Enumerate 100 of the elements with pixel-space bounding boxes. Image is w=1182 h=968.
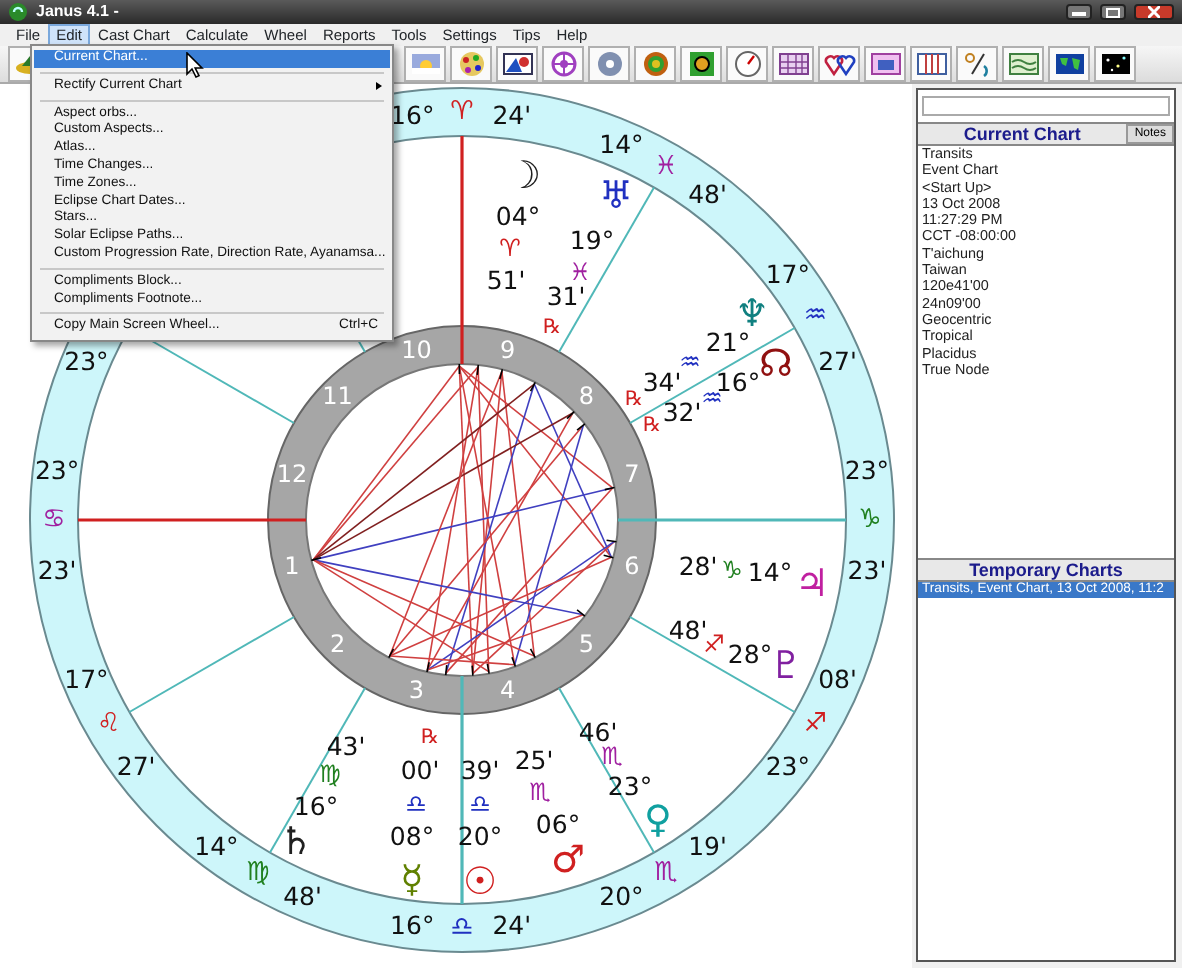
horizon-icon xyxy=(409,50,441,78)
house-number: 4 xyxy=(499,676,516,704)
retrograde-mark: ℞ xyxy=(643,415,661,437)
zodiac-sign: ♎ xyxy=(469,790,491,818)
zodiac-sign: ♌ xyxy=(97,709,121,739)
planet-degree: 19° xyxy=(569,225,615,255)
zodiac-sign: ♒ xyxy=(679,348,701,376)
zodiac-sign: ♑ xyxy=(721,556,743,584)
planet-degree: 16° xyxy=(293,791,339,821)
cusp-degree: 23° xyxy=(844,455,890,486)
wheel-icon xyxy=(547,50,579,78)
house-number: 6 xyxy=(624,551,640,580)
planet-minute: 28' xyxy=(678,551,718,581)
planet-degree: 08° xyxy=(389,821,435,851)
zodiac-sign: ♐ xyxy=(803,709,827,739)
chart-name-field[interactable] xyxy=(922,96,1170,116)
cusp-degree: 17° xyxy=(64,664,109,695)
planet-glyph: ♇ xyxy=(768,644,804,688)
toolbar-button[interactable] xyxy=(496,46,538,82)
cusp-degree: 17° xyxy=(765,259,810,290)
window-icon xyxy=(869,50,901,78)
cusp-degree: 14° xyxy=(194,830,239,861)
toolbar-button[interactable] xyxy=(680,46,722,82)
cusp-minute: 27' xyxy=(116,750,156,781)
image-icon xyxy=(501,50,533,78)
house-number: 10 xyxy=(401,336,432,364)
planet-degree: 28° xyxy=(727,639,773,669)
cusp-degree: 23° xyxy=(64,345,109,376)
zodiac-sign: ♎ xyxy=(450,913,474,943)
cursor-icon xyxy=(186,52,204,78)
cusp-minute: 27' xyxy=(818,345,857,376)
house-number: 2 xyxy=(329,630,346,659)
zodiac-sign: ♓ xyxy=(569,258,591,286)
zodiac-sign: ♑ xyxy=(858,505,882,535)
house-number: 12 xyxy=(276,460,308,489)
planet-glyph: ☊ xyxy=(759,342,793,386)
house-number: 7 xyxy=(624,460,640,489)
submenu-arrow-icon xyxy=(376,81,382,90)
house-number: 9 xyxy=(499,336,516,364)
planet-glyph: ☉ xyxy=(462,860,498,904)
minimize-icon xyxy=(1072,8,1086,16)
cusp-degree: 16° xyxy=(390,100,435,131)
cusp-minute: 48' xyxy=(688,179,727,210)
zodiac-sign: ♒ xyxy=(803,301,827,331)
planet-degree: 21° xyxy=(705,327,751,357)
planet-minute: 48' xyxy=(668,615,708,645)
close-icon xyxy=(1148,6,1160,18)
cusp-degree: 20° xyxy=(599,880,644,911)
toolbar-button[interactable] xyxy=(818,46,860,82)
toolbar-button[interactable] xyxy=(910,46,952,82)
cusp-degree: 14° xyxy=(599,129,644,160)
retrograde-mark: ℞ xyxy=(625,389,643,411)
cusp-minute: 08' xyxy=(818,664,857,695)
minimize-button[interactable] xyxy=(1066,4,1092,20)
columns-icon xyxy=(915,50,947,78)
panel-title: Temporary Charts xyxy=(918,558,1174,582)
percent-icon xyxy=(961,50,993,78)
palette-icon xyxy=(455,50,487,78)
toolbar-button[interactable] xyxy=(772,46,814,82)
house-number: 11 xyxy=(322,381,353,410)
world-map-icon xyxy=(1053,50,1085,78)
house-number: 8 xyxy=(578,381,595,410)
planet-degree: 14° xyxy=(747,557,793,587)
planet-glyph: ☽ xyxy=(506,154,542,198)
planet-minute: 31' xyxy=(546,281,586,311)
maximize-button[interactable] xyxy=(1100,4,1126,20)
zodiac-sign: ♓ xyxy=(654,151,678,182)
panel-title: Current Chart xyxy=(961,124,1083,144)
toolbar-button[interactable] xyxy=(956,46,998,82)
cusp-degree: 23° xyxy=(34,455,80,486)
cusp-minute: 19' xyxy=(688,830,727,861)
maximize-icon xyxy=(1106,7,1120,17)
close-button[interactable] xyxy=(1134,4,1174,20)
house-number: 3 xyxy=(408,676,425,704)
zodiac-sign: ♋ xyxy=(42,505,66,535)
planet-minute: 25' xyxy=(514,745,554,775)
zodiac-sign: ♈ xyxy=(499,234,521,262)
planet-glyph: ♃ xyxy=(794,562,830,606)
starfield-icon xyxy=(1099,50,1131,78)
zodiac-sign: ♈ xyxy=(450,97,474,127)
zodiac-sign: ♍ xyxy=(319,760,341,788)
cusp-minute: 24' xyxy=(492,100,532,131)
toolbar-button[interactable] xyxy=(1048,46,1090,82)
planet-degree: 06° xyxy=(535,809,581,839)
planet-minute: 51' xyxy=(486,265,526,295)
zodiac-sign: ♏ xyxy=(654,858,678,889)
cusp-minute: 24' xyxy=(492,909,532,940)
toolbar-button[interactable] xyxy=(1094,46,1136,82)
planet-glyph: ☿ xyxy=(400,858,424,902)
planet-glyph: ♂ xyxy=(550,838,586,882)
zodiac-sign: ♏ xyxy=(529,778,551,806)
cusp-degree: 23° xyxy=(765,750,810,781)
house-number: 5 xyxy=(578,630,595,659)
window-title: Janus 4.1 - xyxy=(36,0,119,24)
square-icon xyxy=(685,50,717,78)
zodiac-sign: ♒ xyxy=(701,384,723,412)
map-icon xyxy=(1007,50,1039,78)
app-icon xyxy=(8,2,28,22)
cusp-degree: 16° xyxy=(390,909,435,940)
planet-glyph: ♀ xyxy=(644,798,672,842)
